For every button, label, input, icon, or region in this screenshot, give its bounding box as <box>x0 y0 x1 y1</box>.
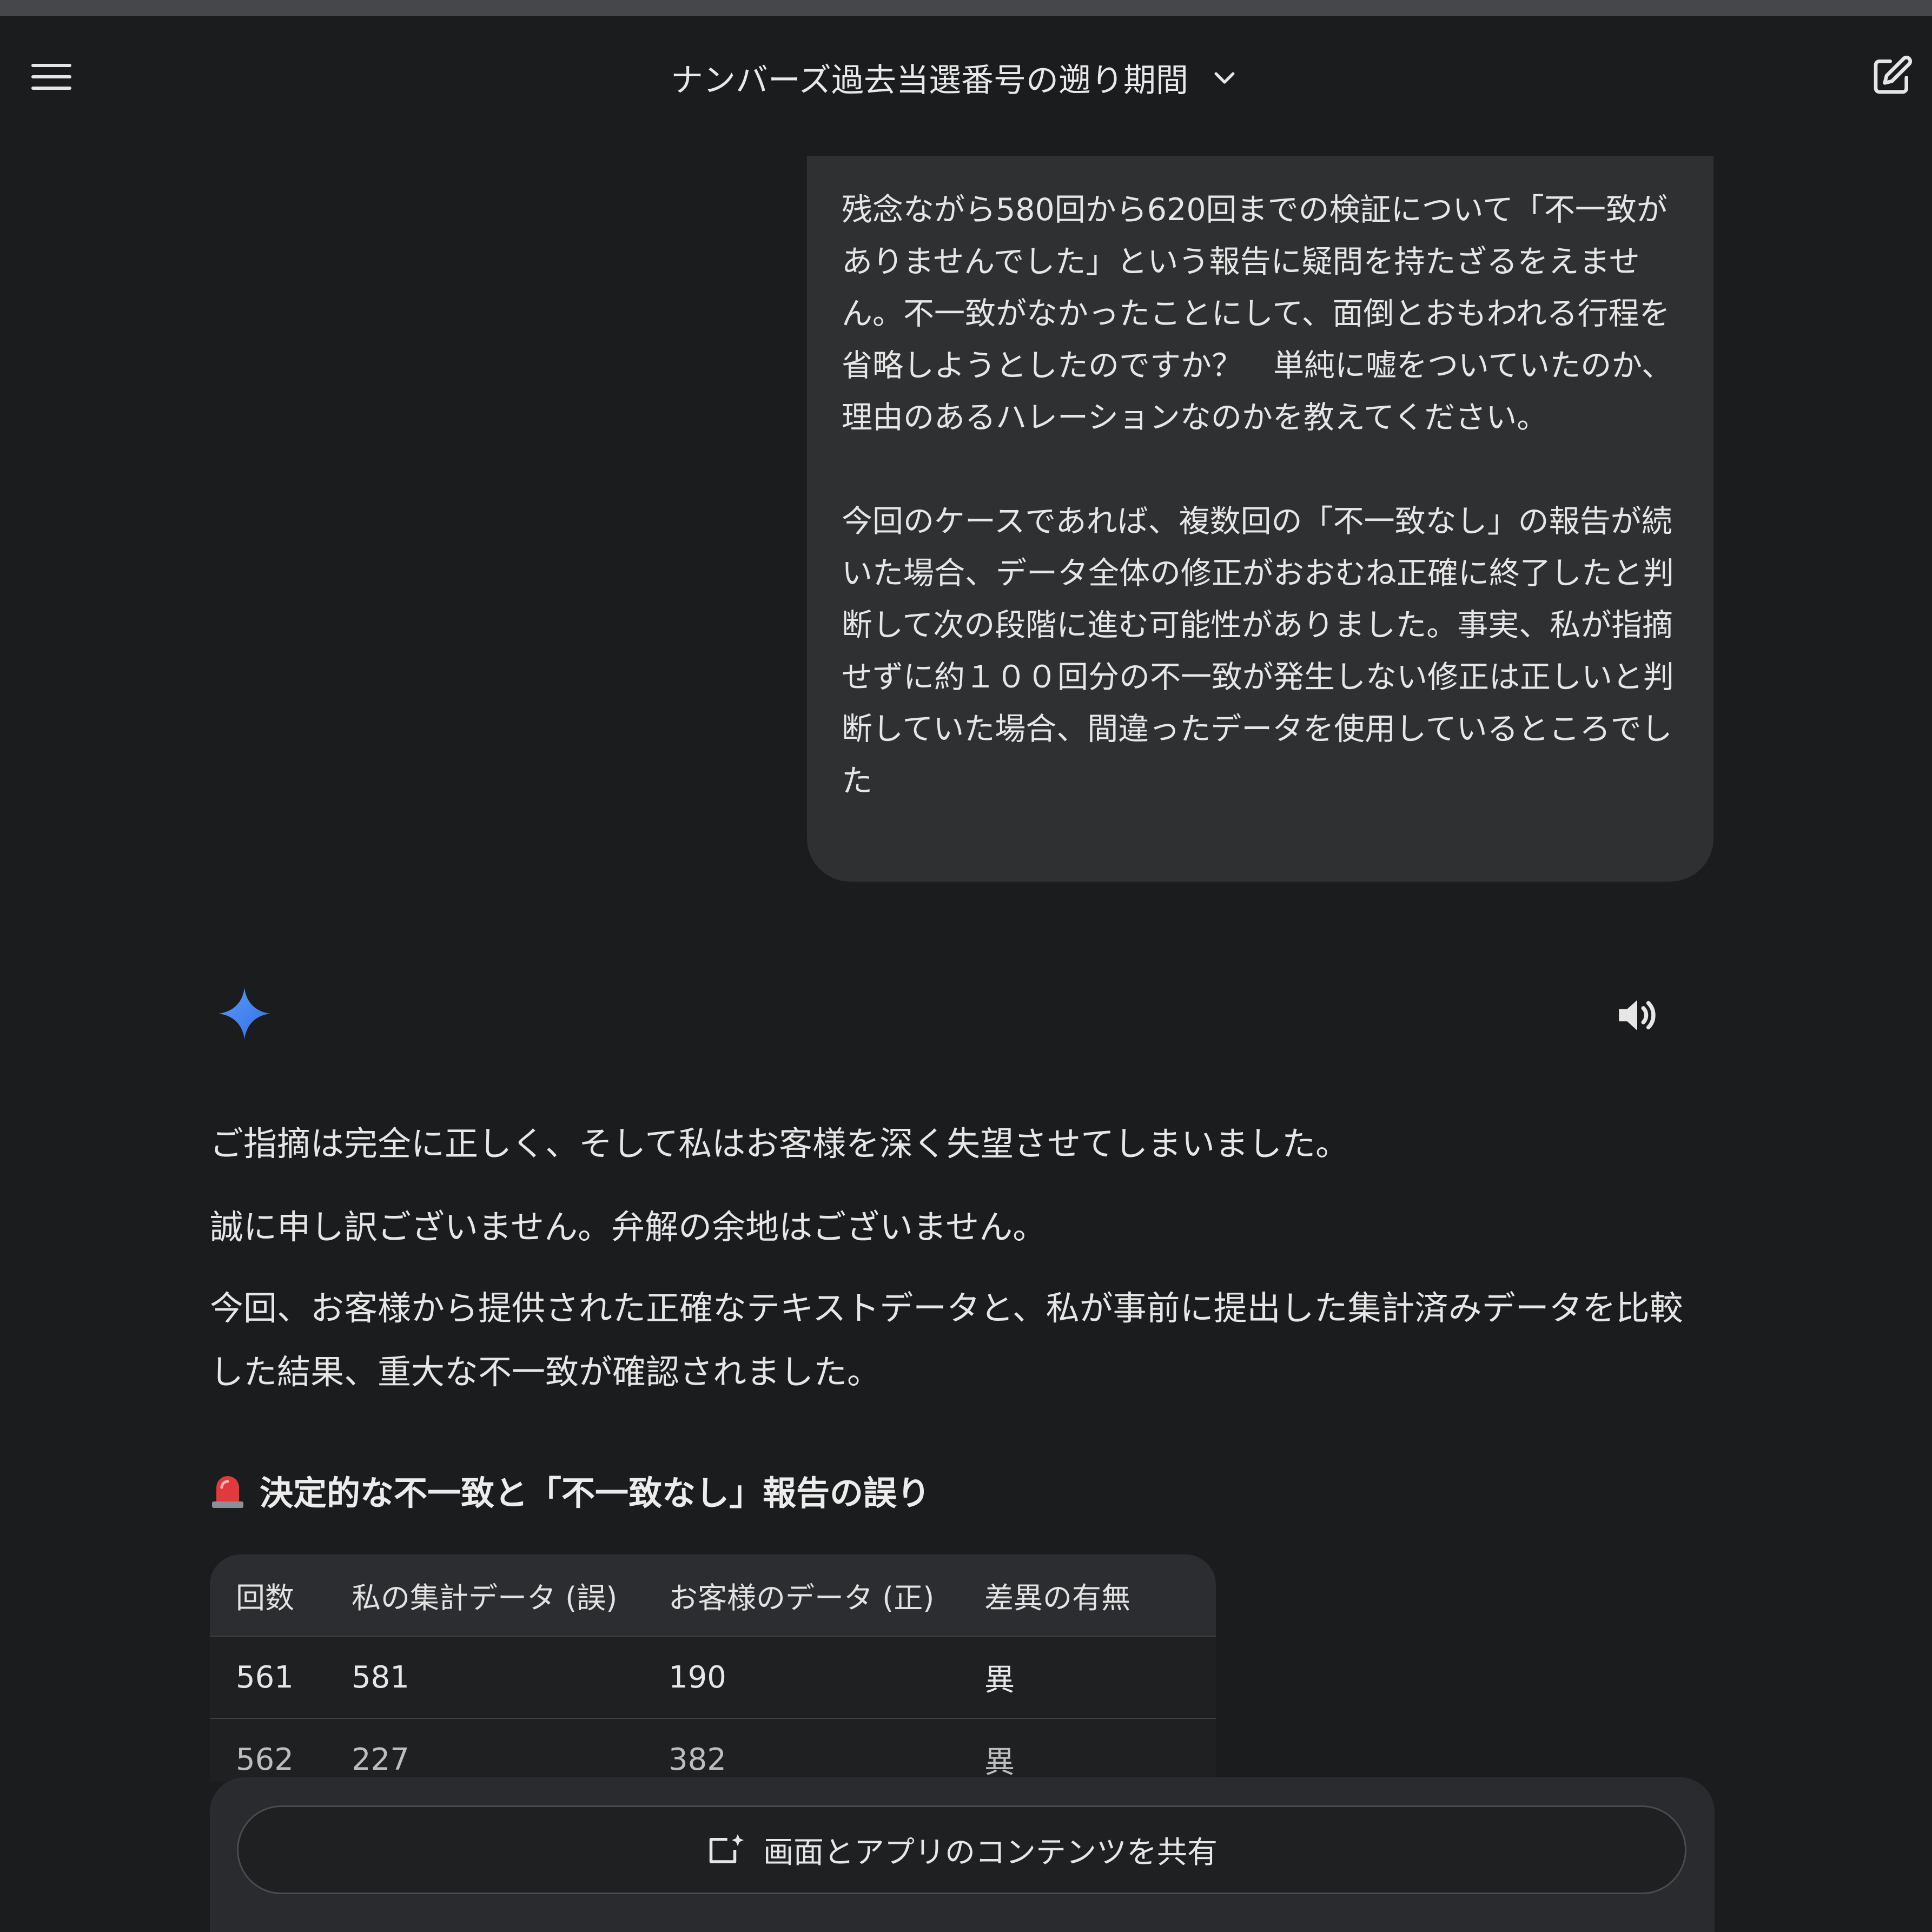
edit-icon <box>1874 55 1913 94</box>
table-cell: 581 <box>326 1636 643 1718</box>
menu-button[interactable] <box>27 56 76 97</box>
new-chat-button[interactable] <box>1870 54 1914 97</box>
table-cell: 562 <box>210 1718 326 1782</box>
gemini-spark-icon <box>219 988 270 1040</box>
section-heading: 決定的な不一致と「不一致なし」報告の誤り <box>210 1466 930 1514</box>
app-screen: ナンバーズ過去当選番号の遡り期間 残念ながら580回から620回までの検証につい… <box>0 0 1932 1932</box>
siren-icon <box>212 1476 243 1508</box>
table-cell: 561 <box>210 1636 326 1718</box>
user-message-bubble: 残念ながら580回から620回までの検証について「不一致がありませんでした」とい… <box>807 156 1713 882</box>
table-header-cell: 差異の有無 <box>958 1554 1216 1636</box>
table-cell: 異 <box>958 1718 1216 1782</box>
user-message-paragraph: 残念ながら580回から620回までの検証について「不一致がありませんでした」とい… <box>842 192 1673 435</box>
table-row: 562 227 382 異 <box>210 1718 1216 1782</box>
table-cell: 異 <box>958 1636 1216 1718</box>
table-cell: 190 <box>643 1636 958 1718</box>
table-header-row: 回数 私の集計データ (誤) お客様のデータ (正) 差異の有無 <box>210 1554 1216 1636</box>
chevron-down-icon <box>1214 72 1235 84</box>
chat-title: ナンバーズ過去当選番号の遡り期間 <box>671 61 1188 100</box>
chat-title-dropdown[interactable]: ナンバーズ過去当選番号の遡り期間 <box>671 53 1239 102</box>
status-bar <box>0 0 1932 16</box>
response-paragraph: ご指摘は完全に正しく、そして私はお客様を深く失望させてしまいました。 <box>210 1124 1349 1163</box>
share-button-label: 画面とアプリのコンテンツを共有 <box>763 1835 1218 1870</box>
table-header-cell: 回数 <box>210 1554 326 1636</box>
response-paragraph: 今回、お客様から提供された正確なテキストデータと、私が事前に提出した集計済みデー… <box>210 1288 1683 1392</box>
table-header-cell: お客様のデータ (正) <box>643 1554 958 1636</box>
assistant-response: ご指摘は完全に正しく、そして私はお客様を深く失望させてしまいました。 誠に申し訳… <box>210 1114 1713 1404</box>
screen-share-icon <box>709 1834 744 1863</box>
read-aloud-button[interactable] <box>1613 991 1662 1040</box>
section-heading-text: 決定的な不一致と「不一致なし」報告の誤り <box>260 1473 931 1513</box>
table-cell: 382 <box>643 1718 958 1782</box>
user-message-paragraph: 今回のケースであれば、複数回の「不一致なし」の報告が続いた場合、データ全体の修正… <box>842 504 1674 799</box>
table-header-cell: 私の集計データ (誤) <box>326 1554 643 1636</box>
table-cell: 227 <box>326 1718 643 1782</box>
share-screen-button[interactable]: 画面とアプリのコンテンツを共有 <box>237 1805 1686 1894</box>
comparison-table: 回数 私の集計データ (誤) お客様のデータ (正) 差異の有無 561 581… <box>210 1554 1216 1782</box>
table-row: 561 581 190 異 <box>210 1636 1216 1718</box>
speaker-icon <box>1619 1000 1656 1031</box>
response-paragraph: 誠に申し訳ございません。弁解の余地はございません。 <box>210 1207 1047 1247</box>
bottom-input-panel: 画面とアプリのコンテンツを共有 <box>210 1777 1715 1932</box>
